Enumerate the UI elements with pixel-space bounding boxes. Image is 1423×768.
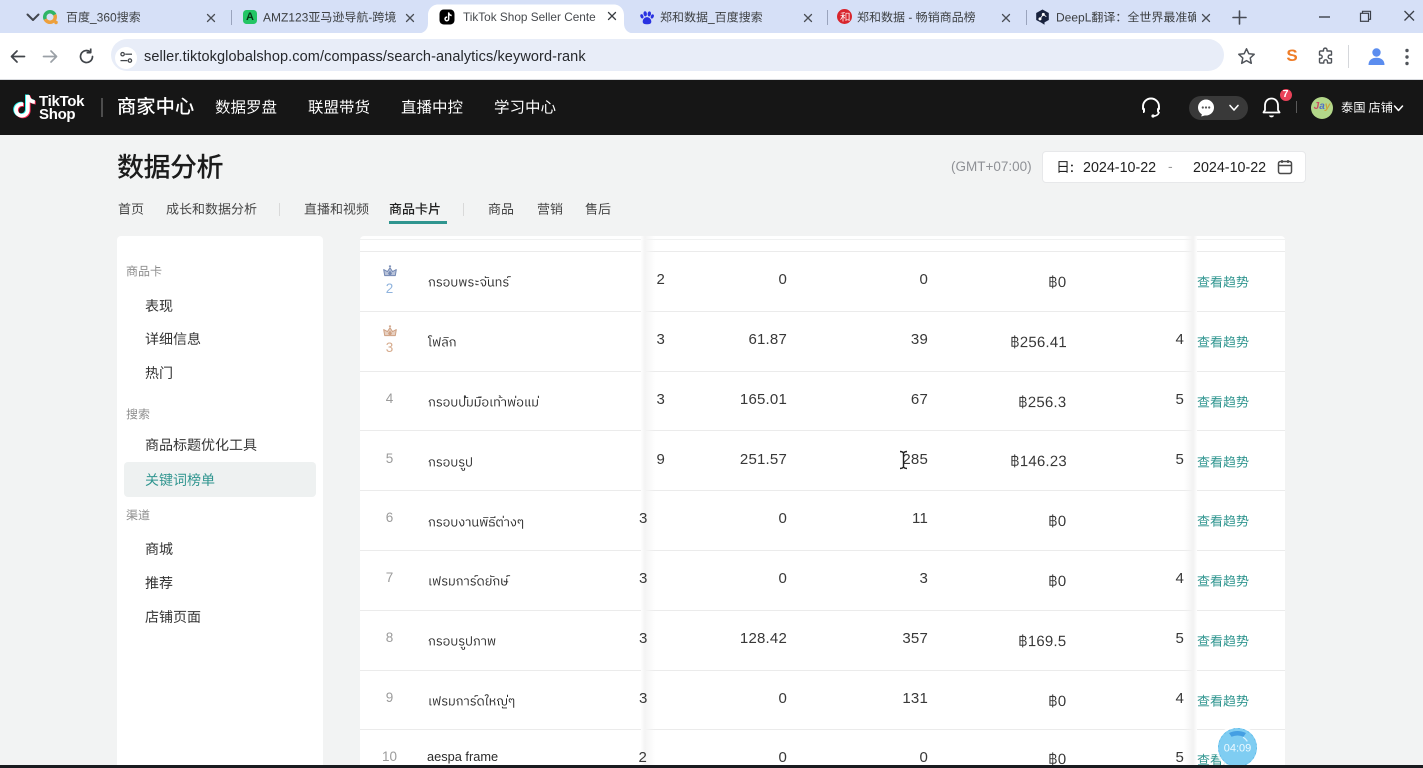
svg-text:04:09: 04:09 [1224, 743, 1252, 755]
